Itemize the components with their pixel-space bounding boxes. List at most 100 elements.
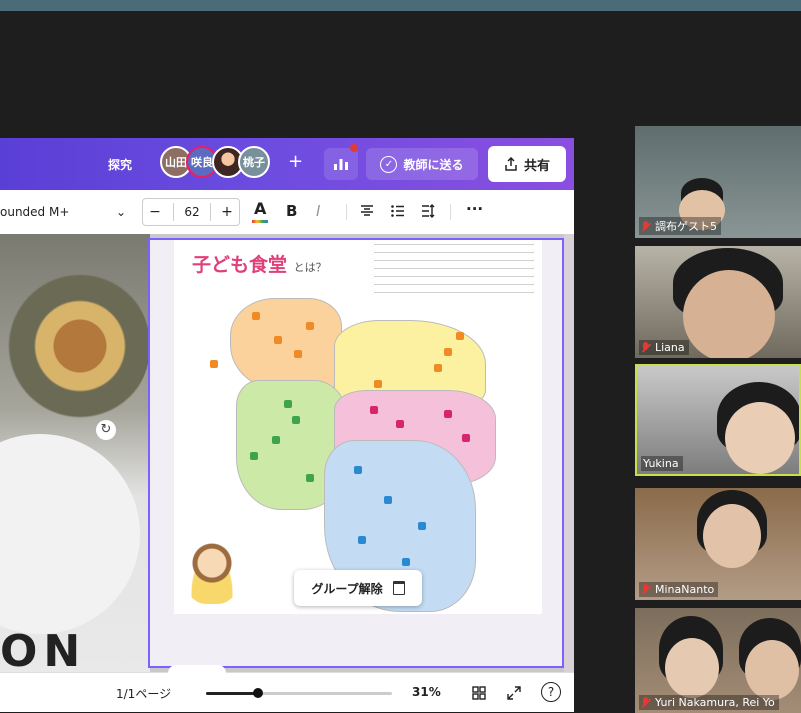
participant-name: Yukina bbox=[643, 457, 679, 470]
map-pin bbox=[292, 416, 300, 424]
font-family-select[interactable]: ounded M+ ⌄ bbox=[0, 200, 130, 224]
explore-link[interactable]: 探究 bbox=[108, 156, 132, 173]
muted-mic-icon bbox=[641, 697, 650, 708]
map-pin bbox=[272, 436, 280, 444]
participant-name-tag: 調布ゲスト5 bbox=[639, 217, 721, 235]
participant-tile[interactable]: 調布ゲスト5 bbox=[635, 126, 801, 238]
map-pin bbox=[354, 466, 362, 474]
map-pin bbox=[252, 312, 260, 320]
notification-dot bbox=[350, 144, 358, 152]
background-strip bbox=[564, 234, 574, 672]
italic-button[interactable]: I bbox=[316, 202, 320, 220]
map-pin bbox=[418, 522, 426, 530]
send-to-teacher-label: 教師に送る bbox=[403, 157, 464, 172]
decrease-size-button[interactable]: − bbox=[143, 199, 167, 225]
page-tab-handle[interactable] bbox=[168, 665, 226, 675]
share-label: 共有 bbox=[523, 158, 550, 174]
participant-name-tag: Yukina bbox=[641, 456, 683, 471]
align-center-icon[interactable] bbox=[360, 205, 374, 217]
map-pin bbox=[444, 410, 452, 418]
muted-mic-icon bbox=[641, 584, 650, 595]
bold-button[interactable]: B bbox=[286, 202, 297, 220]
participant-video bbox=[745, 640, 799, 700]
line-spacing-icon[interactable] bbox=[421, 204, 435, 218]
add-collaborator-button[interactable]: + bbox=[288, 151, 303, 172]
zoom-level[interactable]: 31% bbox=[412, 685, 441, 699]
map-pin bbox=[294, 350, 302, 358]
map-pin bbox=[306, 322, 314, 330]
participant-video bbox=[703, 504, 761, 568]
color-swatch-bar bbox=[252, 220, 268, 223]
participant-name-tag: MinaNanto bbox=[639, 582, 719, 597]
participant-tile[interactable]: Yuri Nakamura, Rei Yo bbox=[635, 608, 801, 713]
map-pin bbox=[444, 348, 452, 356]
poster-title-sub: とは？ bbox=[293, 261, 327, 274]
map-pin bbox=[456, 332, 464, 340]
participant-name: MinaNanto bbox=[655, 583, 715, 596]
participant-name: Yuri Nakamura, Rei Yo bbox=[655, 696, 775, 709]
design-canvas: ON ↻ 子ども食堂 とは？ グループ解除 bbox=[0, 234, 574, 672]
map-pin bbox=[434, 364, 442, 372]
poster-description-text bbox=[374, 244, 534, 296]
zoom-slider-thumb[interactable] bbox=[252, 688, 263, 698]
share-button[interactable]: 共有 bbox=[488, 146, 566, 182]
rotate-icon[interactable]: ↻ bbox=[96, 420, 116, 440]
app-header: 探究 山田 咲良 桃子 + ✓ 教師に送る 共有 bbox=[0, 138, 574, 190]
design-app-window: 探究 山田 咲良 桃子 + ✓ 教師に送る 共有 ounded M+ ⌄ − 6… bbox=[0, 138, 574, 712]
participant-name-tag: Liana bbox=[639, 340, 689, 355]
upload-icon bbox=[505, 157, 517, 171]
participant-tile-active[interactable]: Yukina bbox=[635, 364, 801, 476]
ungroup-button[interactable]: グループ解除 bbox=[294, 570, 422, 606]
map-pin bbox=[358, 536, 366, 544]
window-top-strip bbox=[0, 0, 801, 11]
participant-tile[interactable]: MinaNanto bbox=[635, 488, 801, 600]
participant-video bbox=[725, 402, 795, 474]
send-to-teacher-button[interactable]: ✓ 教師に送る bbox=[366, 148, 478, 180]
avatar[interactable]: 桃子 bbox=[238, 146, 270, 178]
participant-name: Liana bbox=[655, 341, 685, 354]
participant-name-tag: Yuri Nakamura, Rei Yo bbox=[639, 695, 779, 710]
map-pin bbox=[284, 400, 292, 408]
chevron-down-icon: ⌄ bbox=[115, 205, 126, 219]
bar-chart-icon[interactable] bbox=[324, 148, 358, 180]
grid-view-icon[interactable] bbox=[472, 686, 486, 700]
participant-tile[interactable]: Liana bbox=[635, 246, 801, 358]
zoom-slider[interactable] bbox=[206, 688, 392, 698]
help-button[interactable]: ? bbox=[541, 682, 561, 702]
status-bar: 1/1ページ 31% ? bbox=[0, 665, 574, 712]
background-text: ON bbox=[0, 626, 87, 672]
collaborator-avatars: 山田 咲良 桃子 bbox=[160, 146, 270, 182]
map-region bbox=[230, 298, 342, 392]
ungroup-label: グループ解除 bbox=[311, 581, 383, 596]
kodomo-shokudo-map[interactable]: 子ども食堂 とは？ bbox=[174, 240, 542, 614]
toolbar-divider bbox=[346, 204, 347, 220]
map-pin bbox=[396, 420, 404, 428]
text-toolbar: ounded M+ ⌄ − 62 + A B I ··· bbox=[0, 190, 574, 235]
map-pin bbox=[402, 558, 410, 566]
page-indicator[interactable]: 1/1ページ bbox=[116, 685, 171, 702]
map-pin bbox=[462, 434, 470, 442]
poster-title: 子ども食堂 とは？ bbox=[192, 250, 327, 277]
more-options-button[interactable]: ··· bbox=[466, 200, 483, 218]
map-pin bbox=[250, 452, 258, 460]
fullscreen-icon[interactable] bbox=[507, 686, 521, 700]
map-pin bbox=[306, 474, 314, 482]
selected-page-group[interactable]: 子ども食堂 とは？ グループ解除 bbox=[148, 238, 564, 668]
muted-mic-icon bbox=[641, 342, 650, 353]
map-pin bbox=[384, 496, 392, 504]
zoom-slider-fill bbox=[206, 692, 258, 695]
trash-icon[interactable] bbox=[392, 581, 405, 595]
list-icon[interactable] bbox=[391, 205, 405, 217]
map-pin bbox=[374, 380, 382, 388]
mascot-illustration bbox=[184, 538, 240, 604]
muted-mic-icon bbox=[641, 220, 650, 232]
toolbar-divider bbox=[450, 204, 451, 220]
text-color-button[interactable]: A bbox=[254, 199, 266, 218]
map-pin bbox=[274, 336, 282, 344]
participant-name: 調布ゲスト5 bbox=[655, 220, 717, 233]
map-pin bbox=[210, 360, 218, 368]
poster-title-main: 子ども食堂 bbox=[192, 254, 288, 276]
font-size-input[interactable]: 62 bbox=[173, 203, 211, 221]
increase-size-button[interactable]: + bbox=[215, 199, 239, 225]
participant-video bbox=[683, 270, 775, 358]
